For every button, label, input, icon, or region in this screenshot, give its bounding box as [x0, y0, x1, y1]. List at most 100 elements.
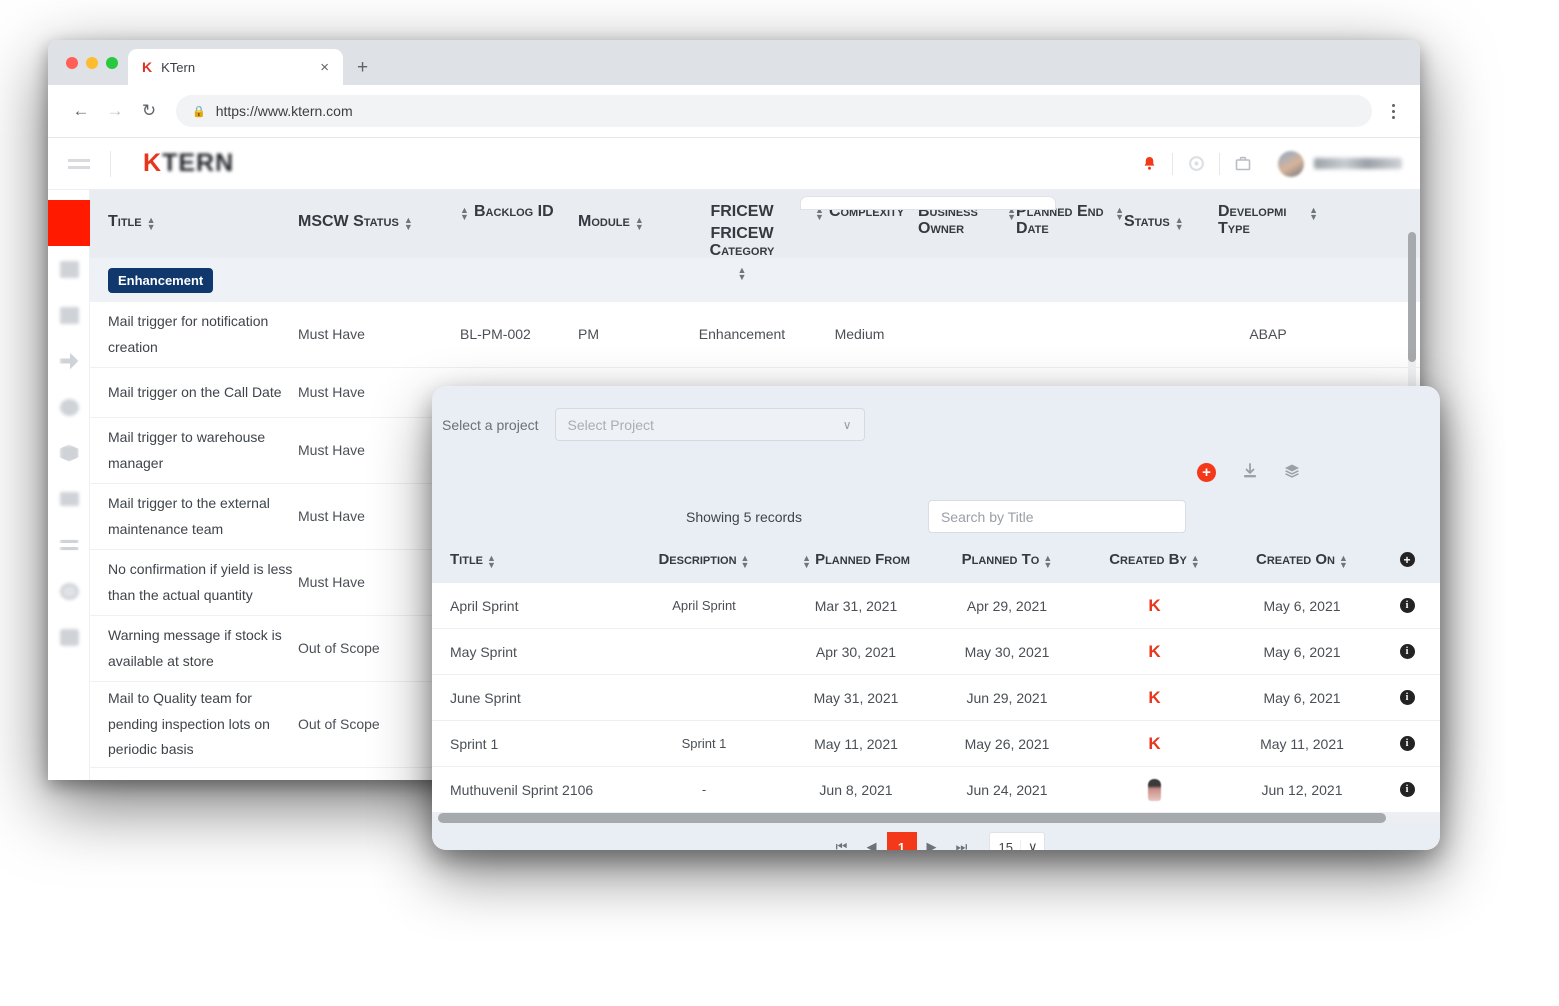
sidebar-item-reports[interactable]: [48, 614, 90, 660]
project-select-value: Select Project: [567, 416, 654, 433]
info-icon[interactable]: i: [1399, 598, 1415, 613]
sort-icon: ▲ ▼: [1339, 553, 1348, 570]
column-header-created-on[interactable]: Created On ▲ ▼: [1227, 551, 1377, 570]
download-icon[interactable]: [1242, 463, 1258, 484]
forward-icon[interactable]: →: [98, 94, 132, 128]
minimize-window-button[interactable]: [86, 56, 98, 69]
cell-title: Muthuvenil Sprint 2106: [450, 781, 594, 798]
sort-icon: ▲ ▼: [460, 205, 469, 222]
column-header-module[interactable]: Module ▲ ▼: [578, 204, 683, 231]
ktern-logo-icon: K: [1148, 687, 1161, 707]
browser-menu-icon[interactable]: [1380, 103, 1406, 119]
add-sprint-button[interactable]: +: [1197, 463, 1216, 482]
sidebar-item-navigate[interactable]: [48, 338, 90, 384]
sidebar-item-documents[interactable]: [48, 292, 90, 338]
layers-icon[interactable]: [1284, 463, 1300, 484]
close-icon[interactable]: ×: [316, 58, 333, 77]
horizontal-scrollbar-track[interactable]: [432, 813, 1440, 823]
table-row[interactable]: Muthuvenil Sprint 2106 - Jun 8, 2021 Jun 24…: [432, 767, 1440, 813]
sidebar-item-tasks[interactable]: [48, 522, 90, 568]
sidebar-item-globe[interactable]: [48, 384, 90, 430]
cell-description: Sprint 1: [681, 736, 727, 751]
column-header-mscw-status[interactable]: MSCW Status ▲ ▼: [298, 204, 460, 231]
notification-icon[interactable]: [1126, 147, 1172, 181]
project-select-dropdown[interactable]: Select Project ∨: [554, 408, 865, 441]
sidebar-item-modules[interactable]: [48, 430, 90, 476]
hamburger-menu-icon[interactable]: [48, 158, 110, 169]
sidebar-item-folder[interactable]: [48, 476, 90, 522]
cell-title: April Sprint: [450, 597, 519, 614]
sprint-table: Title ▲ ▼ Description ▲ ▼ ▲ ▼ Planned From …: [432, 543, 1440, 823]
table-row[interactable]: June Sprint May 31, 2021 Jun 29, 2021 K May …: [432, 675, 1440, 721]
cell-title: Mail trigger on the Call Date: [108, 383, 282, 400]
next-page-button[interactable]: ▶: [917, 832, 947, 850]
column-label: Planned From: [815, 551, 910, 568]
first-page-button[interactable]: ⏮: [827, 832, 857, 850]
info-icon[interactable]: i: [1399, 644, 1415, 659]
column-header-planned-from[interactable]: ▲ ▼ Planned From: [780, 551, 932, 570]
globe-icon: [59, 398, 79, 416]
column-header-planned-to[interactable]: Planned To ▲ ▼: [932, 552, 1082, 570]
cell-info[interactable]: i: [1377, 644, 1437, 659]
column-header-actions[interactable]: +: [1377, 552, 1437, 567]
search-input[interactable]: Search by Title: [927, 500, 1186, 533]
tab-label: KTern: [161, 59, 196, 75]
new-tab-icon[interactable]: +: [343, 58, 380, 85]
sort-icon: ▲ ▼: [403, 215, 413, 232]
modules-icon: [59, 444, 79, 462]
last-page-button[interactable]: ⏭: [947, 832, 977, 850]
table-row[interactable]: Sprint 1 Sprint 1 May 11, 2021 May 26, 2021…: [432, 721, 1440, 767]
sidebar-item-analytics[interactable]: [48, 246, 90, 292]
address-bar[interactable]: 🔒 https://www.ktern.com: [176, 95, 1372, 127]
column-header-title[interactable]: Title ▲ ▼: [90, 204, 298, 231]
column-label: Backlog ID: [474, 203, 554, 220]
info-icon[interactable]: i: [1399, 690, 1415, 705]
url-text: https://www.ktern.com: [215, 103, 353, 119]
column-header-description[interactable]: Description ▲ ▼: [628, 552, 780, 570]
horizontal-scrollbar-thumb[interactable]: [438, 813, 1386, 823]
cell-planned_to: May 26, 2021: [964, 735, 1050, 752]
sidebar-item-target[interactable]: [48, 568, 90, 614]
sprint-table-body: April Sprint April Sprint Mar 31, 2021 Apr …: [432, 583, 1440, 813]
column-label: Module: [578, 213, 630, 230]
info-icon[interactable]: i: [1399, 736, 1415, 751]
column-header-development-type[interactable]: Developmi Type ▲ ▼: [1218, 203, 1318, 238]
cell-created_by: [1082, 778, 1227, 801]
back-icon[interactable]: ←: [64, 94, 98, 128]
cell-info[interactable]: i: [1377, 690, 1437, 705]
column-header-created-by[interactable]: Created By ▲ ▼: [1082, 552, 1227, 570]
table-row[interactable]: May Sprint Apr 30, 2021 May 30, 2021 K May 6…: [432, 629, 1440, 675]
brand-wordmark: TERN: [162, 149, 235, 177]
cell-info[interactable]: i: [1377, 598, 1437, 613]
table-row[interactable]: April Sprint April Sprint Mar 31, 2021 Apr …: [432, 583, 1440, 629]
briefcase-icon[interactable]: [1220, 147, 1266, 181]
reload-icon[interactable]: ↻: [132, 94, 166, 128]
sort-icon: ▲ ▼: [737, 265, 747, 283]
table-row[interactable]: Mail trigger for notification creation Mu…: [90, 302, 1420, 368]
page-number-button[interactable]: 1: [886, 832, 917, 850]
column-header-status[interactable]: Status ▲ ▼: [1124, 204, 1218, 231]
sidebar-item-dashboard[interactable]: [48, 200, 90, 246]
column-label: Status: [1124, 213, 1170, 230]
cell-planned_to: Jun 29, 2021: [966, 689, 1048, 706]
gear-icon[interactable]: [1173, 147, 1219, 181]
cell-info[interactable]: i: [1377, 736, 1437, 751]
browser-tab[interactable]: K KTern ×: [128, 49, 343, 85]
avatar[interactable]: [1278, 150, 1304, 177]
vertical-scrollbar-thumb[interactable]: [1408, 232, 1416, 362]
info-icon[interactable]: i: [1399, 782, 1415, 797]
column-header-fricew-category[interactable]: FRICEW FRICEW Category ▲ ▼: [683, 203, 801, 283]
cell-created_by: K: [1082, 642, 1227, 662]
sort-icon: ▲ ▼: [487, 553, 496, 570]
column-header-title[interactable]: Title ▲ ▼: [432, 552, 628, 570]
column-label: Created On: [1255, 551, 1336, 568]
column-header-backlog-id[interactable]: ▲ ▼ Backlog ID: [460, 203, 578, 222]
cell-planned_from: May 11, 2021: [814, 735, 898, 752]
close-window-button[interactable]: [66, 56, 78, 69]
column-label: Title: [108, 213, 142, 230]
cell-info[interactable]: i: [1377, 782, 1437, 797]
page-size-select[interactable]: 15 ∨: [988, 832, 1046, 850]
prev-page-button[interactable]: ◀: [857, 832, 887, 850]
maximize-window-button[interactable]: [106, 56, 118, 69]
add-column-icon[interactable]: +: [1399, 552, 1415, 567]
